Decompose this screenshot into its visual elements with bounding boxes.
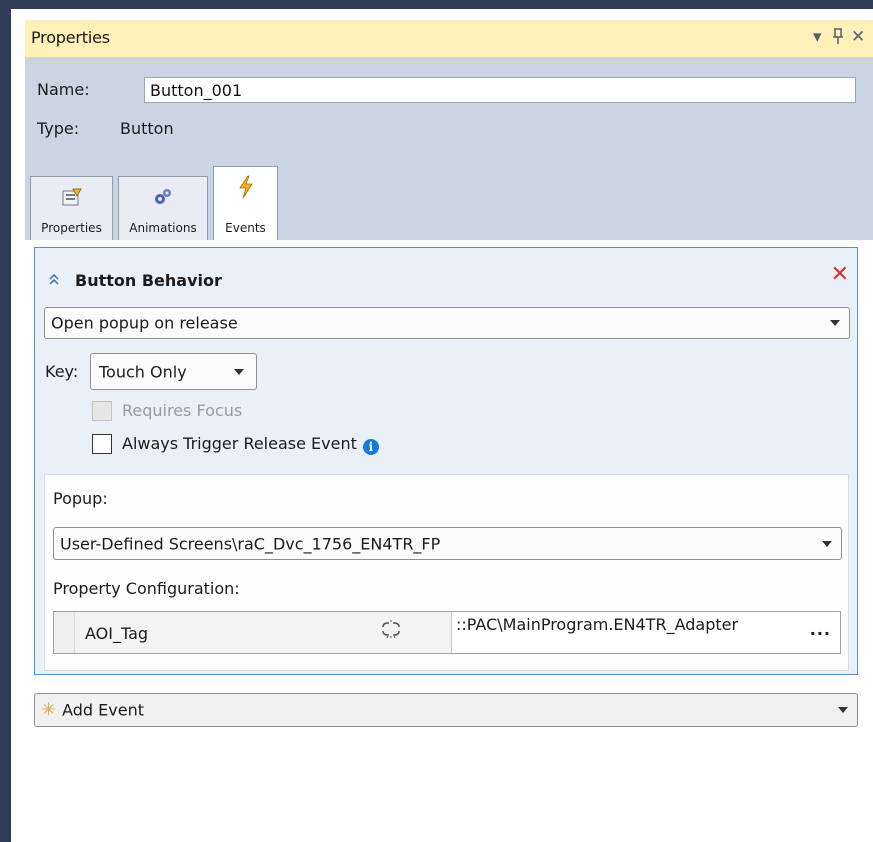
add-event-icon: ✳ (41, 699, 57, 721)
event-title: Button Behavior (75, 271, 222, 290)
chevron-down-icon (830, 320, 840, 326)
name-label: Name: (37, 80, 90, 99)
tab-strip: Properties Animations Events (25, 158, 873, 241)
name-field[interactable] (144, 77, 856, 103)
panel-title: Properties (31, 28, 110, 47)
info-icon[interactable]: i (362, 439, 379, 455)
requires-focus-label: Requires Focus (122, 401, 243, 420)
tab-label: Animations (129, 221, 197, 235)
tab-properties[interactable]: Properties (30, 176, 113, 241)
property-value[interactable]: ::PAC\MainProgram.EN4TR_Adapter (456, 615, 738, 634)
window-frame-left (0, 0, 11, 842)
type-label: Type: (37, 119, 80, 138)
pin-icon[interactable] (831, 27, 845, 50)
property-name-cell: AOI_Tag (54, 612, 452, 653)
browse-button[interactable]: ... (810, 620, 831, 639)
type-value: Button (120, 119, 174, 138)
chevron-down-icon (838, 707, 848, 713)
animations-icon (152, 187, 174, 210)
dropdown-menu-icon[interactable]: ▾ (813, 27, 822, 47)
object-header: Name: Type: Button (25, 58, 873, 158)
action-value: Open popup on release (51, 313, 238, 333)
always-trigger-label: Always Trigger Release Event (122, 434, 357, 453)
broken-link-icon[interactable] (380, 619, 402, 646)
always-trigger-checkbox[interactable] (92, 434, 112, 454)
tab-label: Properties (41, 221, 102, 235)
events-content: Button Behavior ✕ Open popup on release … (25, 240, 873, 842)
close-icon[interactable]: ✕ (851, 27, 865, 47)
popup-value: User-Defined Screens\raC_Dvc_1756_EN4TR_… (60, 534, 441, 553)
property-configuration-grid: AOI_Tag ::PAC\MainProgram.EN4TR_Adapter … (53, 611, 841, 654)
event-panel-button-behavior: Button Behavior ✕ Open popup on release … (34, 247, 858, 675)
key-dropdown[interactable]: Touch Only (90, 353, 257, 390)
chevron-down-icon (234, 368, 244, 375)
chevron-down-icon (822, 540, 832, 547)
tab-events[interactable]: Events (213, 166, 278, 241)
add-event-dropdown[interactable]: ✳ Add Event (34, 693, 858, 727)
tab-animations[interactable]: Animations (118, 176, 208, 241)
action-dropdown[interactable]: Open popup on release (44, 307, 850, 339)
remove-event-icon[interactable]: ✕ (831, 264, 849, 286)
popup-dropdown[interactable]: User-Defined Screens\raC_Dvc_1756_EN4TR_… (53, 527, 842, 560)
property-configuration-label: Property Configuration: (53, 579, 240, 598)
window-frame-top (0, 0, 873, 9)
requires-focus-checkbox[interactable] (92, 401, 112, 421)
popup-label: Popup: (53, 489, 108, 508)
always-trigger-row: Always Trigger Release Event i (122, 434, 379, 455)
tab-label: Events (225, 221, 266, 235)
properties-icon (61, 187, 83, 210)
add-event-row: ✳ Add Event (41, 700, 144, 721)
add-event-label: Add Event (62, 700, 144, 720)
collapse-icon[interactable] (46, 270, 62, 288)
property-name: AOI_Tag (85, 624, 149, 643)
key-label: Key: (45, 362, 79, 381)
key-value: Touch Only (99, 362, 187, 381)
properties-titlebar: Properties ▾ ✕ (25, 20, 873, 58)
lightning-icon (237, 175, 255, 202)
popup-settings: Popup: User-Defined Screens\raC_Dvc_1756… (44, 474, 849, 671)
